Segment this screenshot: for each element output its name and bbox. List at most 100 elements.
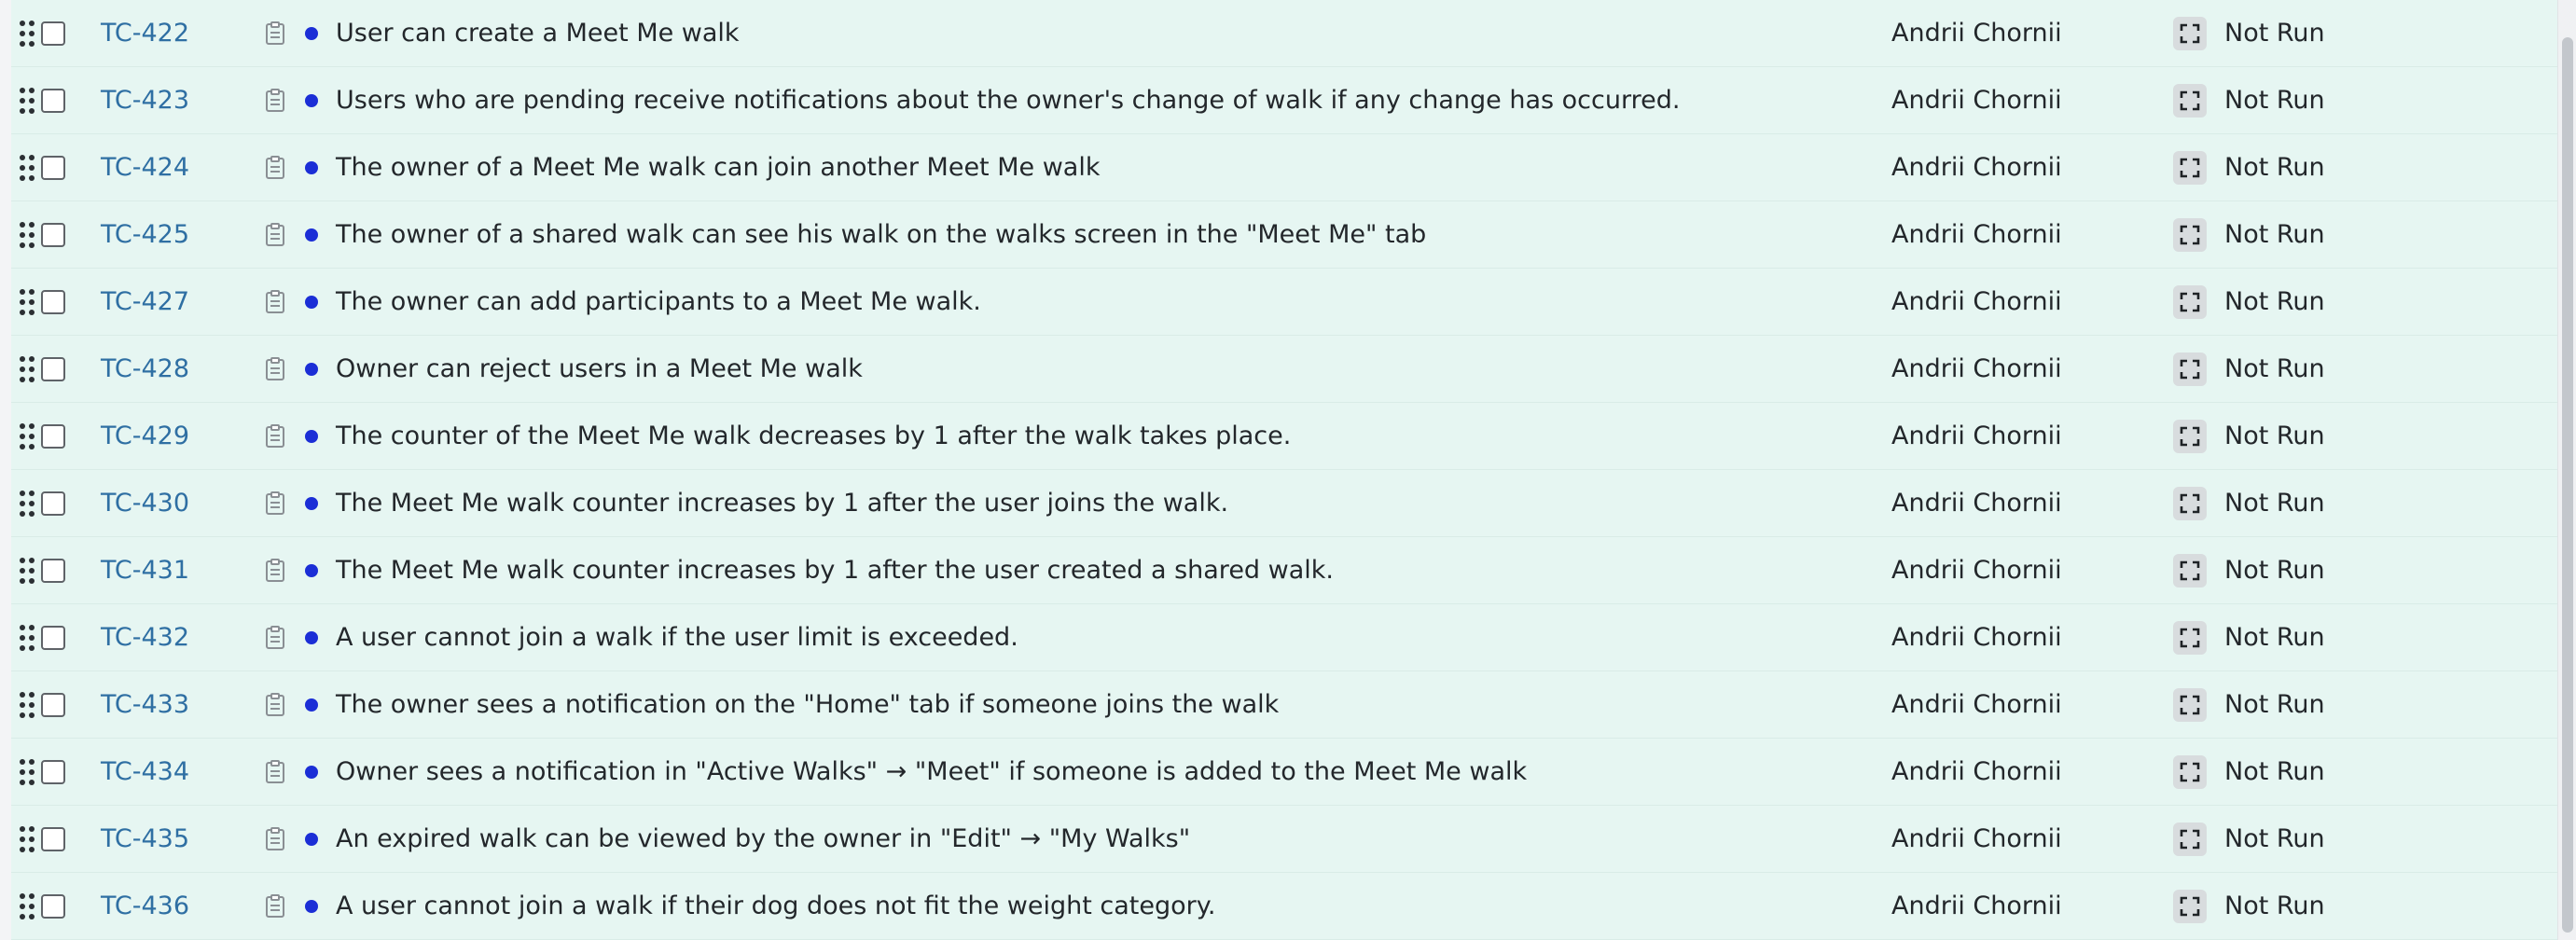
test-case-title[interactable]: Users who are pending receive notificati… — [336, 86, 1680, 115]
table-row[interactable]: TC-423 Users who are pending receive not… — [11, 67, 2557, 134]
run-status[interactable]: Not Run — [2224, 757, 2325, 786]
test-case-id-link[interactable]: TC-429 — [101, 422, 189, 450]
test-case-title[interactable]: Owner sees a notification in "Active Wal… — [336, 757, 1527, 786]
clipboard-icon[interactable] — [265, 491, 285, 516]
status-focus-icon[interactable] — [2173, 687, 2207, 722]
run-status[interactable]: Not Run — [2224, 19, 2325, 48]
table-row[interactable]: TC-436 A user cannot join a walk if thei… — [11, 873, 2557, 940]
test-case-title[interactable]: The owner sees a notification on the "Ho… — [336, 690, 1279, 719]
run-status[interactable]: Not Run — [2224, 690, 2325, 719]
drag-handle-icon[interactable] — [19, 892, 35, 920]
test-case-id-link[interactable]: TC-428 — [101, 354, 189, 383]
table-row[interactable]: TC-422 User can create a Meet Me walk An… — [11, 0, 2557, 67]
test-case-id-link[interactable]: TC-427 — [101, 287, 189, 316]
row-checkbox[interactable] — [41, 826, 65, 851]
clipboard-icon[interactable] — [265, 289, 285, 314]
test-case-title[interactable]: The owner of a shared walk can see his w… — [336, 220, 1426, 249]
run-status[interactable]: Not Run — [2224, 489, 2325, 518]
vertical-scrollbar[interactable] — [2557, 0, 2576, 940]
row-checkbox[interactable] — [41, 893, 65, 919]
test-case-title[interactable]: The Meet Me walk counter increases by 1 … — [336, 556, 1334, 585]
test-case-title[interactable]: Owner can reject users in a Meet Me walk — [336, 354, 863, 383]
status-focus-icon[interactable] — [2173, 754, 2207, 789]
table-row[interactable]: TC-433 The owner sees a notification on … — [11, 671, 2557, 739]
row-checkbox[interactable] — [41, 88, 65, 113]
clipboard-icon[interactable] — [265, 826, 285, 851]
run-status[interactable]: Not Run — [2224, 86, 2325, 115]
test-case-id-link[interactable]: TC-434 — [101, 757, 189, 786]
row-checkbox[interactable] — [41, 423, 65, 449]
run-status[interactable]: Not Run — [2224, 623, 2325, 652]
drag-handle-icon[interactable] — [19, 825, 35, 853]
clipboard-icon[interactable] — [265, 759, 285, 784]
drag-handle-icon[interactable] — [19, 758, 35, 786]
row-checkbox[interactable] — [41, 558, 65, 583]
table-row[interactable]: TC-424 The owner of a Meet Me walk can j… — [11, 134, 2557, 201]
drag-handle-icon[interactable] — [19, 288, 35, 316]
status-focus-icon[interactable] — [2173, 553, 2207, 588]
table-row[interactable]: TC-432 A user cannot join a walk if the … — [11, 604, 2557, 671]
table-row[interactable]: TC-427 The owner can add participants to… — [11, 269, 2557, 336]
test-case-id-link[interactable]: TC-432 — [101, 623, 189, 652]
test-case-id-link[interactable]: TC-436 — [101, 892, 189, 920]
test-case-id-link[interactable]: TC-431 — [101, 556, 189, 585]
row-checkbox[interactable] — [41, 222, 65, 247]
clipboard-icon[interactable] — [265, 625, 285, 650]
clipboard-icon[interactable] — [265, 88, 285, 113]
row-checkbox[interactable] — [41, 491, 65, 516]
status-focus-icon[interactable] — [2173, 352, 2207, 386]
drag-handle-icon[interactable] — [19, 490, 35, 518]
test-case-id-link[interactable]: TC-425 — [101, 220, 189, 249]
table-row[interactable]: TC-434 Owner sees a notification in "Act… — [11, 739, 2557, 806]
status-focus-icon[interactable] — [2173, 16, 2207, 50]
row-checkbox[interactable] — [41, 692, 65, 717]
test-case-id-link[interactable]: TC-422 — [101, 19, 189, 48]
test-case-title[interactable]: The Meet Me walk counter increases by 1 … — [336, 489, 1228, 518]
test-case-id-link[interactable]: TC-433 — [101, 690, 189, 719]
drag-handle-icon[interactable] — [19, 422, 35, 450]
drag-handle-icon[interactable] — [19, 557, 35, 585]
run-status[interactable]: Not Run — [2224, 422, 2325, 450]
row-checkbox[interactable] — [41, 155, 65, 180]
status-focus-icon[interactable] — [2173, 284, 2207, 319]
drag-handle-icon[interactable] — [19, 221, 35, 249]
status-focus-icon[interactable] — [2173, 419, 2207, 453]
run-status[interactable]: Not Run — [2224, 892, 2325, 920]
test-case-title[interactable]: An expired walk can be viewed by the own… — [336, 824, 1190, 853]
table-row[interactable]: TC-429 The counter of the Meet Me walk d… — [11, 403, 2557, 470]
test-case-id-link[interactable]: TC-424 — [101, 153, 189, 182]
run-status[interactable]: Not Run — [2224, 287, 2325, 316]
status-focus-icon[interactable] — [2173, 822, 2207, 856]
scrollbar-thumb[interactable] — [2562, 37, 2573, 933]
drag-handle-icon[interactable] — [19, 691, 35, 719]
test-case-id-link[interactable]: TC-423 — [101, 86, 189, 115]
row-checkbox[interactable] — [41, 289, 65, 314]
run-status[interactable]: Not Run — [2224, 220, 2325, 249]
test-case-title[interactable]: A user cannot join a walk if the user li… — [336, 623, 1018, 652]
drag-handle-icon[interactable] — [19, 87, 35, 115]
test-case-id-link[interactable]: TC-435 — [101, 824, 189, 853]
table-row[interactable]: TC-425 The owner of a shared walk can se… — [11, 201, 2557, 269]
test-case-title[interactable]: User can create a Meet Me walk — [336, 19, 740, 48]
row-checkbox[interactable] — [41, 625, 65, 650]
run-status[interactable]: Not Run — [2224, 824, 2325, 853]
table-row[interactable]: TC-431 The Meet Me walk counter increase… — [11, 537, 2557, 604]
run-status[interactable]: Not Run — [2224, 556, 2325, 585]
clipboard-icon[interactable] — [265, 692, 285, 717]
clipboard-icon[interactable] — [265, 558, 285, 583]
status-focus-icon[interactable] — [2173, 217, 2207, 252]
clipboard-icon[interactable] — [265, 356, 285, 381]
test-case-id-link[interactable]: TC-430 — [101, 489, 189, 518]
clipboard-icon[interactable] — [265, 21, 285, 46]
row-checkbox[interactable] — [41, 356, 65, 381]
drag-handle-icon[interactable] — [19, 624, 35, 652]
table-row[interactable]: TC-435 An expired walk can be viewed by … — [11, 806, 2557, 873]
table-row[interactable]: TC-430 The Meet Me walk counter increase… — [11, 470, 2557, 537]
run-status[interactable]: Not Run — [2224, 153, 2325, 182]
row-checkbox[interactable] — [41, 21, 65, 46]
drag-handle-icon[interactable] — [19, 154, 35, 182]
clipboard-icon[interactable] — [265, 893, 285, 919]
test-case-title[interactable]: The counter of the Meet Me walk decrease… — [336, 422, 1291, 450]
drag-handle-icon[interactable] — [19, 20, 35, 48]
run-status[interactable]: Not Run — [2224, 354, 2325, 383]
